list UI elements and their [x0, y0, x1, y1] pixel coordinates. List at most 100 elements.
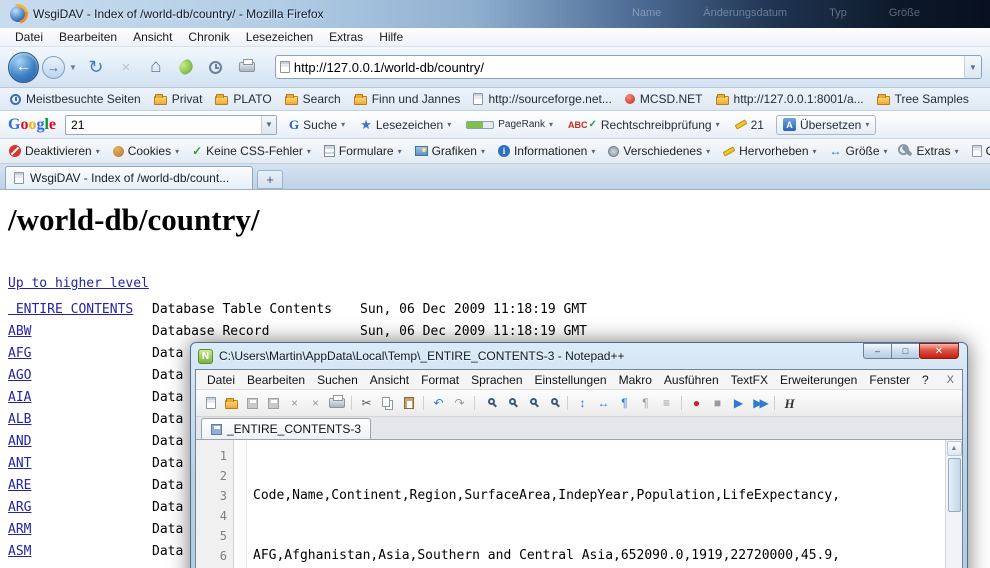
bookmark-sourceforge[interactable]: http://sourceforge.net... [473, 92, 611, 106]
entry-link[interactable]: ARG [8, 497, 152, 519]
cut-icon[interactable]: ✂ [357, 394, 376, 412]
np-menu-sprachen[interactable]: Sprachen [465, 372, 528, 388]
webdev-hervorheben[interactable]: Hervorheben▾ [723, 144, 816, 158]
entry-link[interactable]: AND [8, 431, 152, 453]
entry-link[interactable]: ABW [8, 321, 152, 343]
np-menu-fenster[interactable]: Fenster [863, 372, 916, 388]
spellcheck-button[interactable]: ABC✓Rechtschreibprüfung▾ [565, 116, 723, 134]
zoom-out-icon[interactable] [543, 394, 562, 412]
find-icon[interactable] [480, 394, 499, 412]
highlight-button[interactable]: 21 [732, 116, 767, 134]
scrollbar-thumb[interactable] [948, 458, 961, 512]
np-menu-einstellungen[interactable]: Einstellungen [529, 372, 613, 388]
open-file-icon[interactable] [222, 394, 241, 412]
webdev-cookies[interactable]: Cookies▾ [113, 144, 179, 158]
bookmark-mcsd-net[interactable]: MCSD.NET [625, 92, 703, 106]
close-all-icon[interactable]: × [306, 394, 325, 412]
google-search-input[interactable] [66, 118, 261, 132]
bookmark-localhost-8001[interactable]: http://127.0.0.1:8001/a... [716, 92, 864, 106]
scroll-up-icon[interactable]: ▲ [947, 441, 962, 456]
maximize-button[interactable]: □ [891, 343, 919, 359]
menu-lesezeichen[interactable]: Lesezeichen [239, 29, 320, 45]
entry-link[interactable]: AIA [8, 387, 152, 409]
webdev-formulare[interactable]: Formulare▾ [324, 144, 402, 158]
close-file-icon[interactable]: × [285, 394, 304, 412]
np-menu-suchen[interactable]: Suchen [311, 372, 364, 388]
code-area[interactable]: Code,Name,Continent,Region,SurfaceArea,I… [247, 440, 945, 568]
undo-icon[interactable]: ↶ [429, 394, 448, 412]
google-bookmarks-button[interactable]: ★Lesezeichen▾ [357, 115, 454, 135]
stop-button[interactable]: × [115, 59, 137, 76]
np-menu-help[interactable]: ? [916, 372, 935, 388]
url-input[interactable] [290, 60, 964, 75]
bookmark-finn-und-jannes[interactable]: Finn und Jannes [354, 92, 461, 106]
bookmark-plato[interactable]: PLATO [215, 92, 271, 106]
entry-link[interactable]: ASM [8, 541, 152, 563]
menu-extras[interactable]: Extras [322, 29, 370, 45]
entry-link[interactable]: ANT [8, 453, 152, 475]
url-dropdown-icon[interactable]: ▼ [964, 56, 981, 78]
webdev-groesse[interactable]: ↔Größe▾ [830, 144, 888, 158]
reload-button[interactable]: ↻ [84, 57, 108, 78]
show-all-chars-icon[interactable]: ¶ [636, 394, 655, 412]
entry-link[interactable]: ARE [8, 475, 152, 497]
bookmark-tree-samples[interactable]: Tree Samples [877, 92, 969, 106]
np-menu-erweiterungen[interactable]: Erweiterungen [774, 372, 863, 388]
indent-guide-icon[interactable]: ≡ [657, 394, 676, 412]
print-icon[interactable] [327, 394, 346, 412]
preview-html-icon[interactable]: H [780, 394, 799, 412]
entry-link[interactable]: AFG [8, 343, 152, 365]
new-file-icon[interactable] [201, 394, 220, 412]
np-menu-textfx[interactable]: TextFX [725, 372, 774, 388]
run-macro-multiple-icon[interactable]: ▶▶ [750, 394, 769, 412]
leaf-addon-icon[interactable] [177, 58, 195, 76]
webdev-deaktivieren[interactable]: Deaktivieren▾ [9, 144, 100, 158]
entry-link[interactable]: ENTIRE CONTENTS [8, 299, 152, 321]
tab-wsgidav[interactable]: WsgiDAV - Index of /world-db/count... [5, 166, 253, 189]
firefox-titlebar[interactable]: WsgiDAV - Index of /world-db/country/ - … [0, 0, 990, 28]
np-menu-format[interactable]: Format [415, 372, 465, 388]
webdev-extras[interactable]: Extras▾ [901, 144, 959, 158]
play-macro-icon[interactable]: ▶ [729, 394, 748, 412]
menu-datei[interactable]: Datei [8, 29, 50, 45]
np-menu-datei[interactable]: Datei [201, 372, 241, 388]
webdev-verschiedenes[interactable]: Verschiedenes▾ [608, 144, 710, 158]
menu-hilfe[interactable]: Hilfe [372, 29, 410, 45]
vertical-scrollbar[interactable]: ▲ [945, 440, 962, 568]
menu-chronik[interactable]: Chronik [181, 29, 236, 45]
google-search-button[interactable]: GSuche▾ [286, 115, 348, 135]
sync-vertical-icon[interactable]: ↕ [573, 394, 592, 412]
np-doc-close-icon[interactable]: X [941, 373, 957, 387]
np-menu-ausfuehren[interactable]: Ausführen [658, 372, 725, 388]
search-dropdown-icon[interactable]: ▼ [261, 116, 276, 134]
stop-macro-icon[interactable]: ■ [708, 394, 727, 412]
save-icon[interactable] [243, 394, 262, 412]
zoom-in-icon[interactable] [522, 394, 541, 412]
word-wrap-icon[interactable]: ¶ [615, 394, 634, 412]
np-menu-makro[interactable]: Makro [613, 372, 658, 388]
close-button[interactable]: ✕ [919, 343, 959, 359]
copy-icon[interactable] [378, 394, 397, 412]
sync-horizontal-icon[interactable]: ↔ [594, 394, 613, 412]
bookmark-most-visited[interactable]: Meistbesuchte Seiten [10, 92, 141, 106]
webdev-quelltext[interactable]: Quelltext▾ [972, 144, 990, 158]
notepad-editor[interactable]: 1 2 3 4 5 6 Code,Name,Continent,Region,S… [196, 440, 962, 568]
minimize-button[interactable]: – [863, 343, 891, 359]
history-clock-icon[interactable] [209, 61, 222, 74]
menu-bearbeiten[interactable]: Bearbeiten [52, 29, 124, 45]
entry-link[interactable]: ALB [8, 409, 152, 431]
webdev-css[interactable]: ✓Keine CSS-Fehler▾ [192, 144, 311, 158]
home-button[interactable]: ⌂ [144, 56, 168, 78]
forward-button[interactable]: → [42, 56, 65, 79]
translate-button[interactable]: AÜbersetzen▾ [776, 115, 876, 135]
webdev-grafiken[interactable]: Grafiken▾ [415, 144, 485, 158]
np-menu-ansicht[interactable]: Ansicht [364, 372, 415, 388]
entry-link[interactable]: AGO [8, 365, 152, 387]
up-to-higher-level-link[interactable]: Up to higher level [8, 276, 149, 291]
save-all-icon[interactable] [264, 394, 283, 412]
notepad-document-tab[interactable]: _ENTIRE_CONTENTS-3 [201, 418, 371, 439]
replace-icon[interactable] [501, 394, 520, 412]
paste-icon[interactable] [399, 394, 418, 412]
back-button[interactable]: ← [8, 52, 39, 83]
bookmark-privat[interactable]: Privat [154, 92, 203, 106]
